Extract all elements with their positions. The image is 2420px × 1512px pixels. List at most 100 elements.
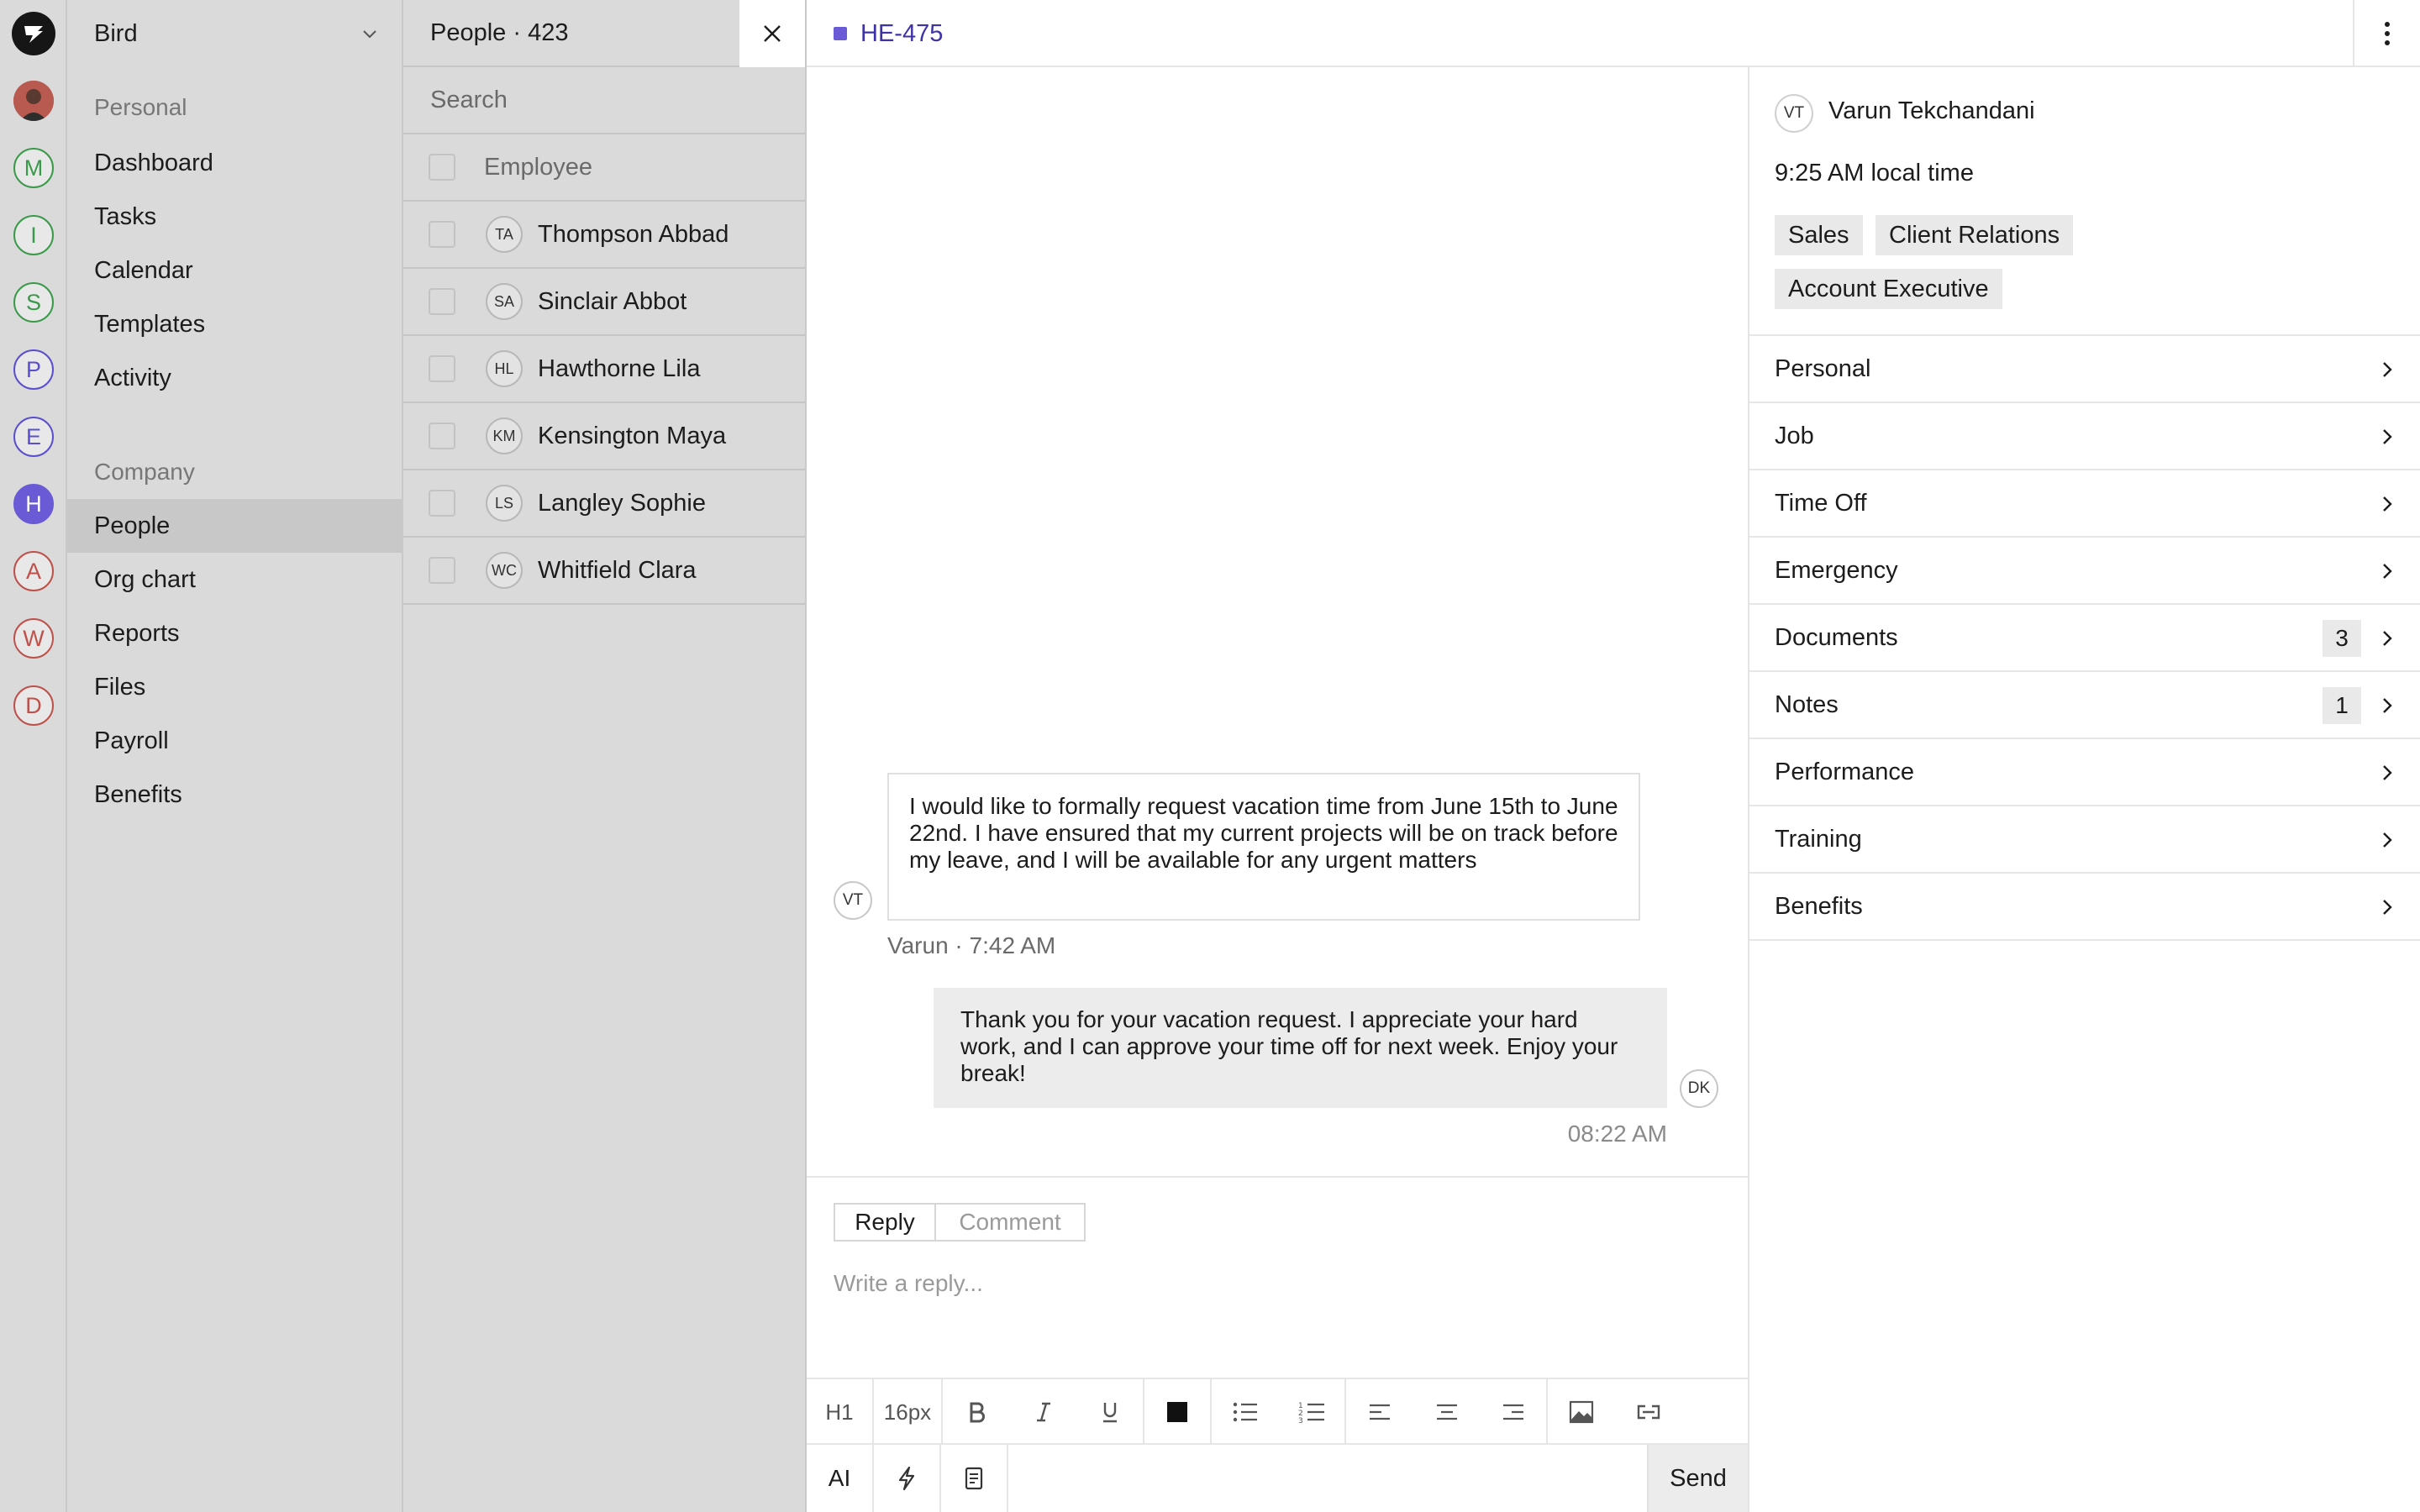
profile-section-time-off[interactable]: Time Off	[1749, 470, 2420, 538]
underline-button[interactable]	[1077, 1379, 1144, 1445]
profile-tag: Account Executive	[1775, 269, 2002, 309]
sidebar-item-reports[interactable]: Reports	[67, 606, 402, 660]
heading-button[interactable]: H1	[807, 1379, 874, 1445]
close-button[interactable]	[739, 0, 805, 67]
bullet-list-button[interactable]	[1212, 1379, 1279, 1445]
align-left-icon	[1370, 1404, 1390, 1420]
user-avatar[interactable]	[13, 81, 54, 121]
image-icon	[1569, 1400, 1594, 1424]
ai-assist-button[interactable]: AI	[807, 1445, 874, 1512]
profile-section-label: Job	[1775, 422, 1814, 449]
profile-tag: Sales	[1775, 215, 1863, 255]
count-badge: 1	[2323, 687, 2361, 724]
sidebar-item-people[interactable]: People	[67, 499, 402, 553]
app-i-icon[interactable]: I	[13, 215, 54, 255]
row-checkbox[interactable]	[429, 423, 455, 449]
chevron-right-icon	[2383, 362, 2392, 377]
font-size-select[interactable]: 16px	[874, 1379, 943, 1445]
sidebar-item-templates[interactable]: Templates	[67, 297, 402, 351]
send-button[interactable]: Send	[1647, 1445, 1748, 1512]
svg-text:3: 3	[1298, 1417, 1303, 1424]
employee-name: Thompson Abbad	[538, 220, 729, 248]
row-checkbox[interactable]	[429, 490, 455, 517]
sidebar-item-benefits[interactable]: Benefits	[67, 768, 402, 822]
select-all-checkbox[interactable]	[429, 154, 455, 181]
incoming-message: I would like to formally request vacatio…	[887, 773, 1640, 921]
table-row[interactable]: KM Kensington Maya	[403, 403, 805, 470]
sidebar-item-tasks[interactable]: Tasks	[67, 190, 402, 244]
row-checkbox[interactable]	[429, 557, 455, 584]
more-vertical-icon	[2385, 22, 2390, 45]
app-h-icon[interactable]: H	[13, 484, 54, 524]
app-rail: MISPEHAWD	[0, 0, 67, 1512]
employee-column-header: Employee	[484, 153, 592, 181]
chevron-down-icon	[363, 30, 376, 39]
table-row[interactable]: HL Hawthorne Lila	[403, 336, 805, 403]
tab-comment[interactable]: Comment	[936, 1203, 1086, 1242]
quick-actions-button[interactable]	[874, 1445, 941, 1512]
profile-section-benefits[interactable]: Benefits	[1749, 874, 2420, 941]
document-icon	[965, 1467, 983, 1490]
profile-name: Varun Tekchandani	[1828, 97, 2035, 124]
app-d-icon[interactable]: D	[13, 685, 54, 726]
sidebar-item-activity[interactable]: Activity	[67, 351, 402, 405]
employee-avatar: HL	[486, 350, 523, 387]
ticket-topbar	[807, 0, 2420, 67]
more-options-button[interactable]	[2353, 0, 2420, 67]
profile-section-emergency[interactable]: Emergency	[1749, 538, 2420, 605]
bold-button[interactable]	[943, 1379, 1010, 1445]
sender-avatar: VT	[834, 881, 872, 920]
divider	[807, 1176, 1748, 1178]
app-e-icon[interactable]: E	[13, 417, 54, 457]
row-checkbox[interactable]	[429, 355, 455, 382]
profile-avatar: VT	[1775, 94, 1813, 133]
row-checkbox[interactable]	[429, 288, 455, 315]
search-input[interactable]: Search	[403, 67, 805, 134]
reply-input[interactable]	[834, 1264, 1724, 1303]
employee-name: Hawthorne Lila	[538, 354, 701, 382]
profile-section-documents[interactable]: Documents 3	[1749, 605, 2420, 672]
app-logo-icon[interactable]	[12, 12, 55, 55]
app-w-icon[interactable]: W	[13, 618, 54, 659]
profile-section-label: Performance	[1775, 758, 1915, 785]
workspace-switcher[interactable]: Bird	[67, 0, 402, 67]
align-right-button[interactable]	[1481, 1379, 1548, 1445]
bullet-list-icon	[1233, 1402, 1257, 1422]
insert-link-button[interactable]	[1615, 1379, 1682, 1445]
table-row[interactable]: LS Langley Sophie	[403, 470, 805, 538]
sidebar-item-dashboard[interactable]: Dashboard	[67, 136, 402, 190]
insert-image-button[interactable]	[1548, 1379, 1615, 1445]
table-row[interactable]: SA Sinclair Abbot	[403, 269, 805, 336]
text-color-button[interactable]	[1144, 1379, 1212, 1445]
employee-name: Langley Sophie	[538, 489, 706, 517]
row-checkbox[interactable]	[429, 221, 455, 248]
chevron-right-icon	[2383, 429, 2392, 444]
sidebar-item-files[interactable]: Files	[67, 660, 402, 714]
sidebar-item-payroll[interactable]: Payroll	[67, 714, 402, 768]
profile-section-performance[interactable]: Performance	[1749, 739, 2420, 806]
profile-section-label: Time Off	[1775, 489, 1867, 517]
profile-section-personal[interactable]: Personal	[1749, 336, 2420, 403]
sidebar-item-calendar[interactable]: Calendar	[67, 244, 402, 297]
app-m-icon[interactable]: M	[13, 148, 54, 188]
profile-section-notes[interactable]: Notes 1	[1749, 672, 2420, 739]
profile-section-job[interactable]: Job	[1749, 403, 2420, 470]
tab-reply[interactable]: Reply	[834, 1203, 936, 1242]
sidebar-item-org-chart[interactable]: Org chart	[67, 553, 402, 606]
numbered-list-icon: 123	[1298, 1402, 1324, 1424]
app-a-icon[interactable]: A	[13, 551, 54, 591]
italic-button[interactable]	[1010, 1379, 1077, 1445]
profile-section-label: Benefits	[1775, 892, 1863, 920]
align-left-button[interactable]	[1346, 1379, 1413, 1445]
numbered-list-button[interactable]: 123	[1279, 1379, 1346, 1445]
table-header: Employee	[403, 134, 805, 202]
table-row[interactable]: TA Thompson Abbad	[403, 202, 805, 269]
outgoing-message: Thank you for your vacation request. I a…	[934, 988, 1667, 1108]
templates-button[interactable]	[941, 1445, 1008, 1512]
table-row[interactable]: WC Whitfield Clara	[403, 538, 805, 605]
ticket-id[interactable]: HE-475	[860, 17, 943, 50]
align-center-button[interactable]	[1413, 1379, 1481, 1445]
app-p-icon[interactable]: P	[13, 349, 54, 390]
profile-section-training[interactable]: Training	[1749, 806, 2420, 874]
app-s-icon[interactable]: S	[13, 282, 54, 323]
